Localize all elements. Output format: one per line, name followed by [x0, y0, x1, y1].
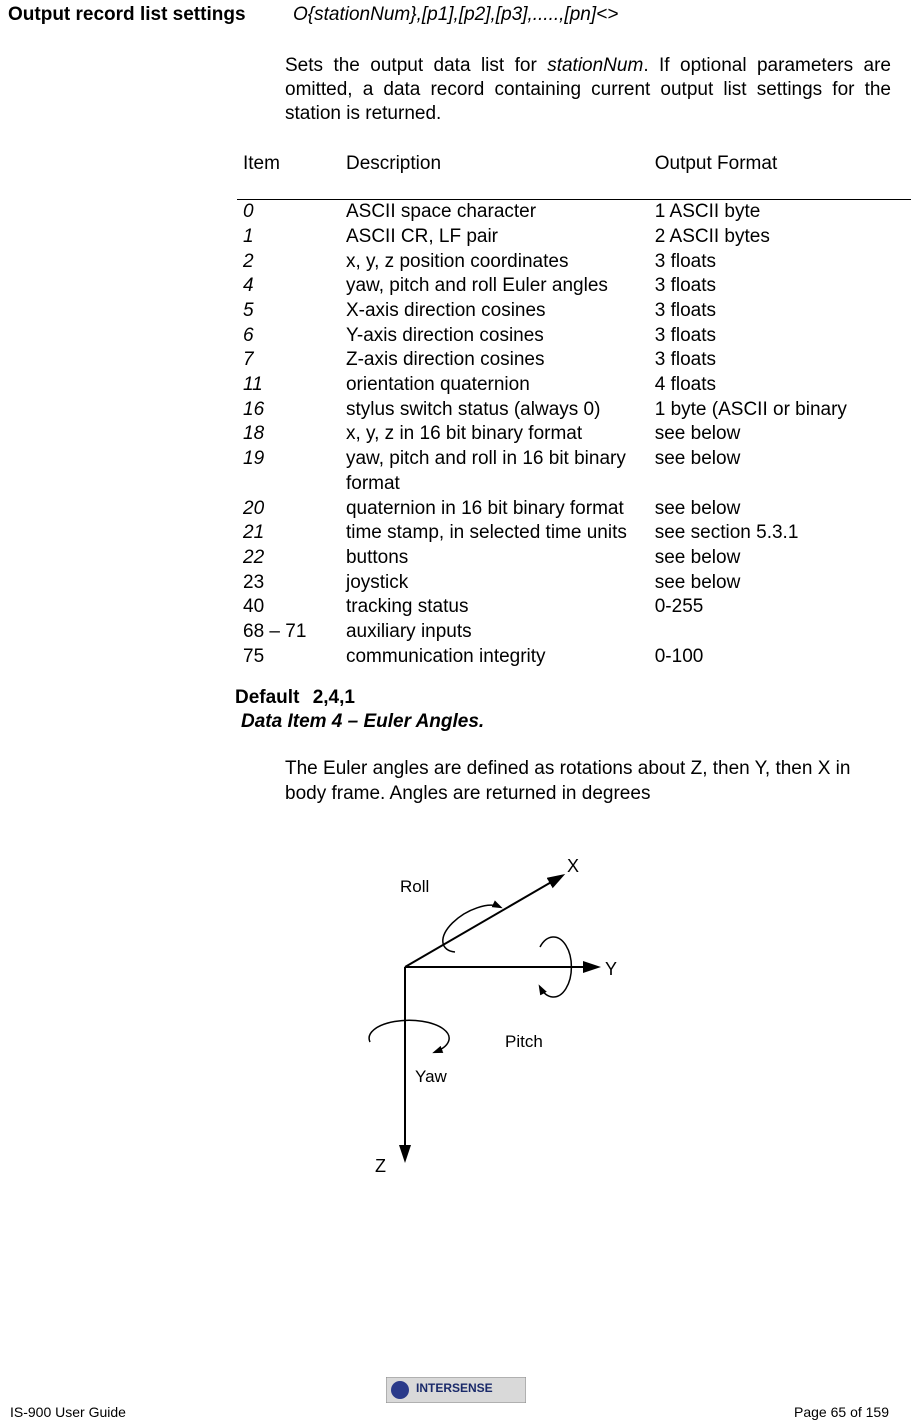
- cell-fmt: 3 floats: [649, 348, 911, 373]
- footer-doc-title: IS-900 User Guide: [10, 1404, 126, 1420]
- th-item: Item: [237, 149, 340, 200]
- cell-item: 6: [237, 324, 340, 349]
- cell-fmt: see below: [649, 447, 911, 496]
- pitch-label: Pitch: [505, 1032, 543, 1051]
- table-row: 18x, y, z in 16 bit binary formatsee bel…: [237, 422, 911, 447]
- data-item-title: Data Item 4 – Euler Angles.: [241, 711, 891, 733]
- th-format: Output Format: [649, 149, 911, 200]
- cell-item: 4: [237, 274, 340, 299]
- cell-fmt: [649, 620, 911, 645]
- cell-desc: stylus switch status (always 0): [340, 398, 649, 423]
- output-format-table: Item Description Output Format 0ASCII sp…: [237, 149, 911, 669]
- cell-item: 7: [237, 348, 340, 373]
- table-row: 7Z-axis direction cosines3 floats: [237, 348, 911, 373]
- cell-desc: Y-axis direction cosines: [340, 324, 649, 349]
- default-value: 2,4,1: [313, 687, 355, 708]
- cell-fmt: 0-255: [649, 595, 911, 620]
- table-row: 2x, y, z position coordinates3 floats: [237, 250, 911, 275]
- table-row: 4yaw, pitch and roll Euler angles3 float…: [237, 274, 911, 299]
- roll-label: Roll: [400, 877, 429, 896]
- cell-fmt: see below: [649, 422, 911, 447]
- cell-item: 2: [237, 250, 340, 275]
- table-row: 16stylus switch status (always 0)1 byte …: [237, 398, 911, 423]
- cell-desc: buttons: [340, 546, 649, 571]
- axis-x-label: X: [567, 856, 579, 876]
- cell-fmt: 3 floats: [649, 299, 911, 324]
- euler-angles-diagram: X Y Z Roll Pitch Yaw: [305, 847, 891, 1193]
- footer-logo-text: INTERSENSE: [416, 1381, 493, 1395]
- cell-desc: joystick: [340, 571, 649, 596]
- default-row: Default 2,4,1: [235, 687, 891, 709]
- table-row: 68 – 71auxiliary inputs: [237, 620, 911, 645]
- cell-desc: ASCII space character: [340, 200, 649, 225]
- table-row: 11orientation quaternion4 floats: [237, 373, 911, 398]
- cell-fmt: 3 floats: [649, 274, 911, 299]
- default-label: Default: [235, 687, 299, 708]
- table-row: 19yaw, pitch and roll in 16 bit binary f…: [237, 447, 911, 496]
- cell-fmt: see section 5.3.1: [649, 521, 911, 546]
- cell-item: 21: [237, 521, 340, 546]
- cell-item: 20: [237, 497, 340, 522]
- command-syntax: O{stationNum},[p1],[p2],[p3],.....,[pn]<…: [293, 4, 618, 26]
- cell-desc: X-axis direction cosines: [340, 299, 649, 324]
- cell-item: 23: [237, 571, 340, 596]
- cell-item: 0: [237, 200, 340, 225]
- cell-fmt: 3 floats: [649, 250, 911, 275]
- axis-y-label: Y: [605, 959, 617, 979]
- cell-fmt: see below: [649, 546, 911, 571]
- table-row: 1ASCII CR, LF pair2 ASCII bytes: [237, 225, 911, 250]
- cell-desc: x, y, z position coordinates: [340, 250, 649, 275]
- cell-fmt: 1 byte (ASCII or binary: [649, 398, 911, 423]
- cell-desc: yaw, pitch and roll Euler angles: [340, 274, 649, 299]
- section-heading: Output record list settings: [0, 4, 293, 26]
- cell-desc: communication integrity: [340, 645, 649, 670]
- table-row: 40tracking status0-255: [237, 595, 911, 620]
- desc-station: stationNum: [547, 55, 643, 76]
- th-desc: Description: [340, 149, 649, 200]
- table-row: 21time stamp, in selected time unitssee …: [237, 521, 911, 546]
- cell-desc: ASCII CR, LF pair: [340, 225, 649, 250]
- cell-item: 11: [237, 373, 340, 398]
- cell-item: 16: [237, 398, 340, 423]
- cell-item: 19: [237, 447, 340, 496]
- table-row: 0ASCII space character1 ASCII byte: [237, 200, 911, 225]
- table-row: 5X-axis direction cosines3 floats: [237, 299, 911, 324]
- cell-desc: auxiliary inputs: [340, 620, 649, 645]
- cell-item: 18: [237, 422, 340, 447]
- cell-desc: quaternion in 16 bit binary format: [340, 497, 649, 522]
- cell-fmt: 4 floats: [649, 373, 911, 398]
- footer-page-number: Page 65 of 159: [794, 1404, 889, 1420]
- table-row: 22buttonssee below: [237, 546, 911, 571]
- cell-fmt: 0-100: [649, 645, 911, 670]
- table-row: 23joysticksee below: [237, 571, 911, 596]
- cell-item: 5: [237, 299, 340, 324]
- cell-item: 40: [237, 595, 340, 620]
- cell-desc: orientation quaternion: [340, 373, 649, 398]
- cell-fmt: 3 floats: [649, 324, 911, 349]
- desc-part1: Sets the output data list for: [285, 55, 547, 76]
- axis-z-label: Z: [375, 1156, 386, 1176]
- cell-item: 1: [237, 225, 340, 250]
- table-row: 75communication integrity0-100: [237, 645, 911, 670]
- table-row: 20quaternion in 16 bit binary formatsee …: [237, 497, 911, 522]
- cell-item: 75: [237, 645, 340, 670]
- cell-item: 68 – 71: [237, 620, 340, 645]
- command-description: Sets the output data list for stationNum…: [285, 54, 891, 125]
- cell-fmt: 1 ASCII byte: [649, 200, 911, 225]
- footer-logo: INTERSENSE: [386, 1377, 526, 1406]
- cell-fmt: see below: [649, 497, 911, 522]
- yaw-label: Yaw: [415, 1067, 448, 1086]
- table-row: 6Y-axis direction cosines3 floats: [237, 324, 911, 349]
- euler-description: The Euler angles are defined as rotation…: [285, 757, 891, 806]
- cell-fmt: see below: [649, 571, 911, 596]
- cell-fmt: 2 ASCII bytes: [649, 225, 911, 250]
- cell-item: 22: [237, 546, 340, 571]
- cell-desc: x, y, z in 16 bit binary format: [340, 422, 649, 447]
- cell-desc: time stamp, in selected time units: [340, 521, 649, 546]
- cell-desc: Z-axis direction cosines: [340, 348, 649, 373]
- cell-desc: yaw, pitch and roll in 16 bit binary for…: [340, 447, 649, 496]
- cell-desc: tracking status: [340, 595, 649, 620]
